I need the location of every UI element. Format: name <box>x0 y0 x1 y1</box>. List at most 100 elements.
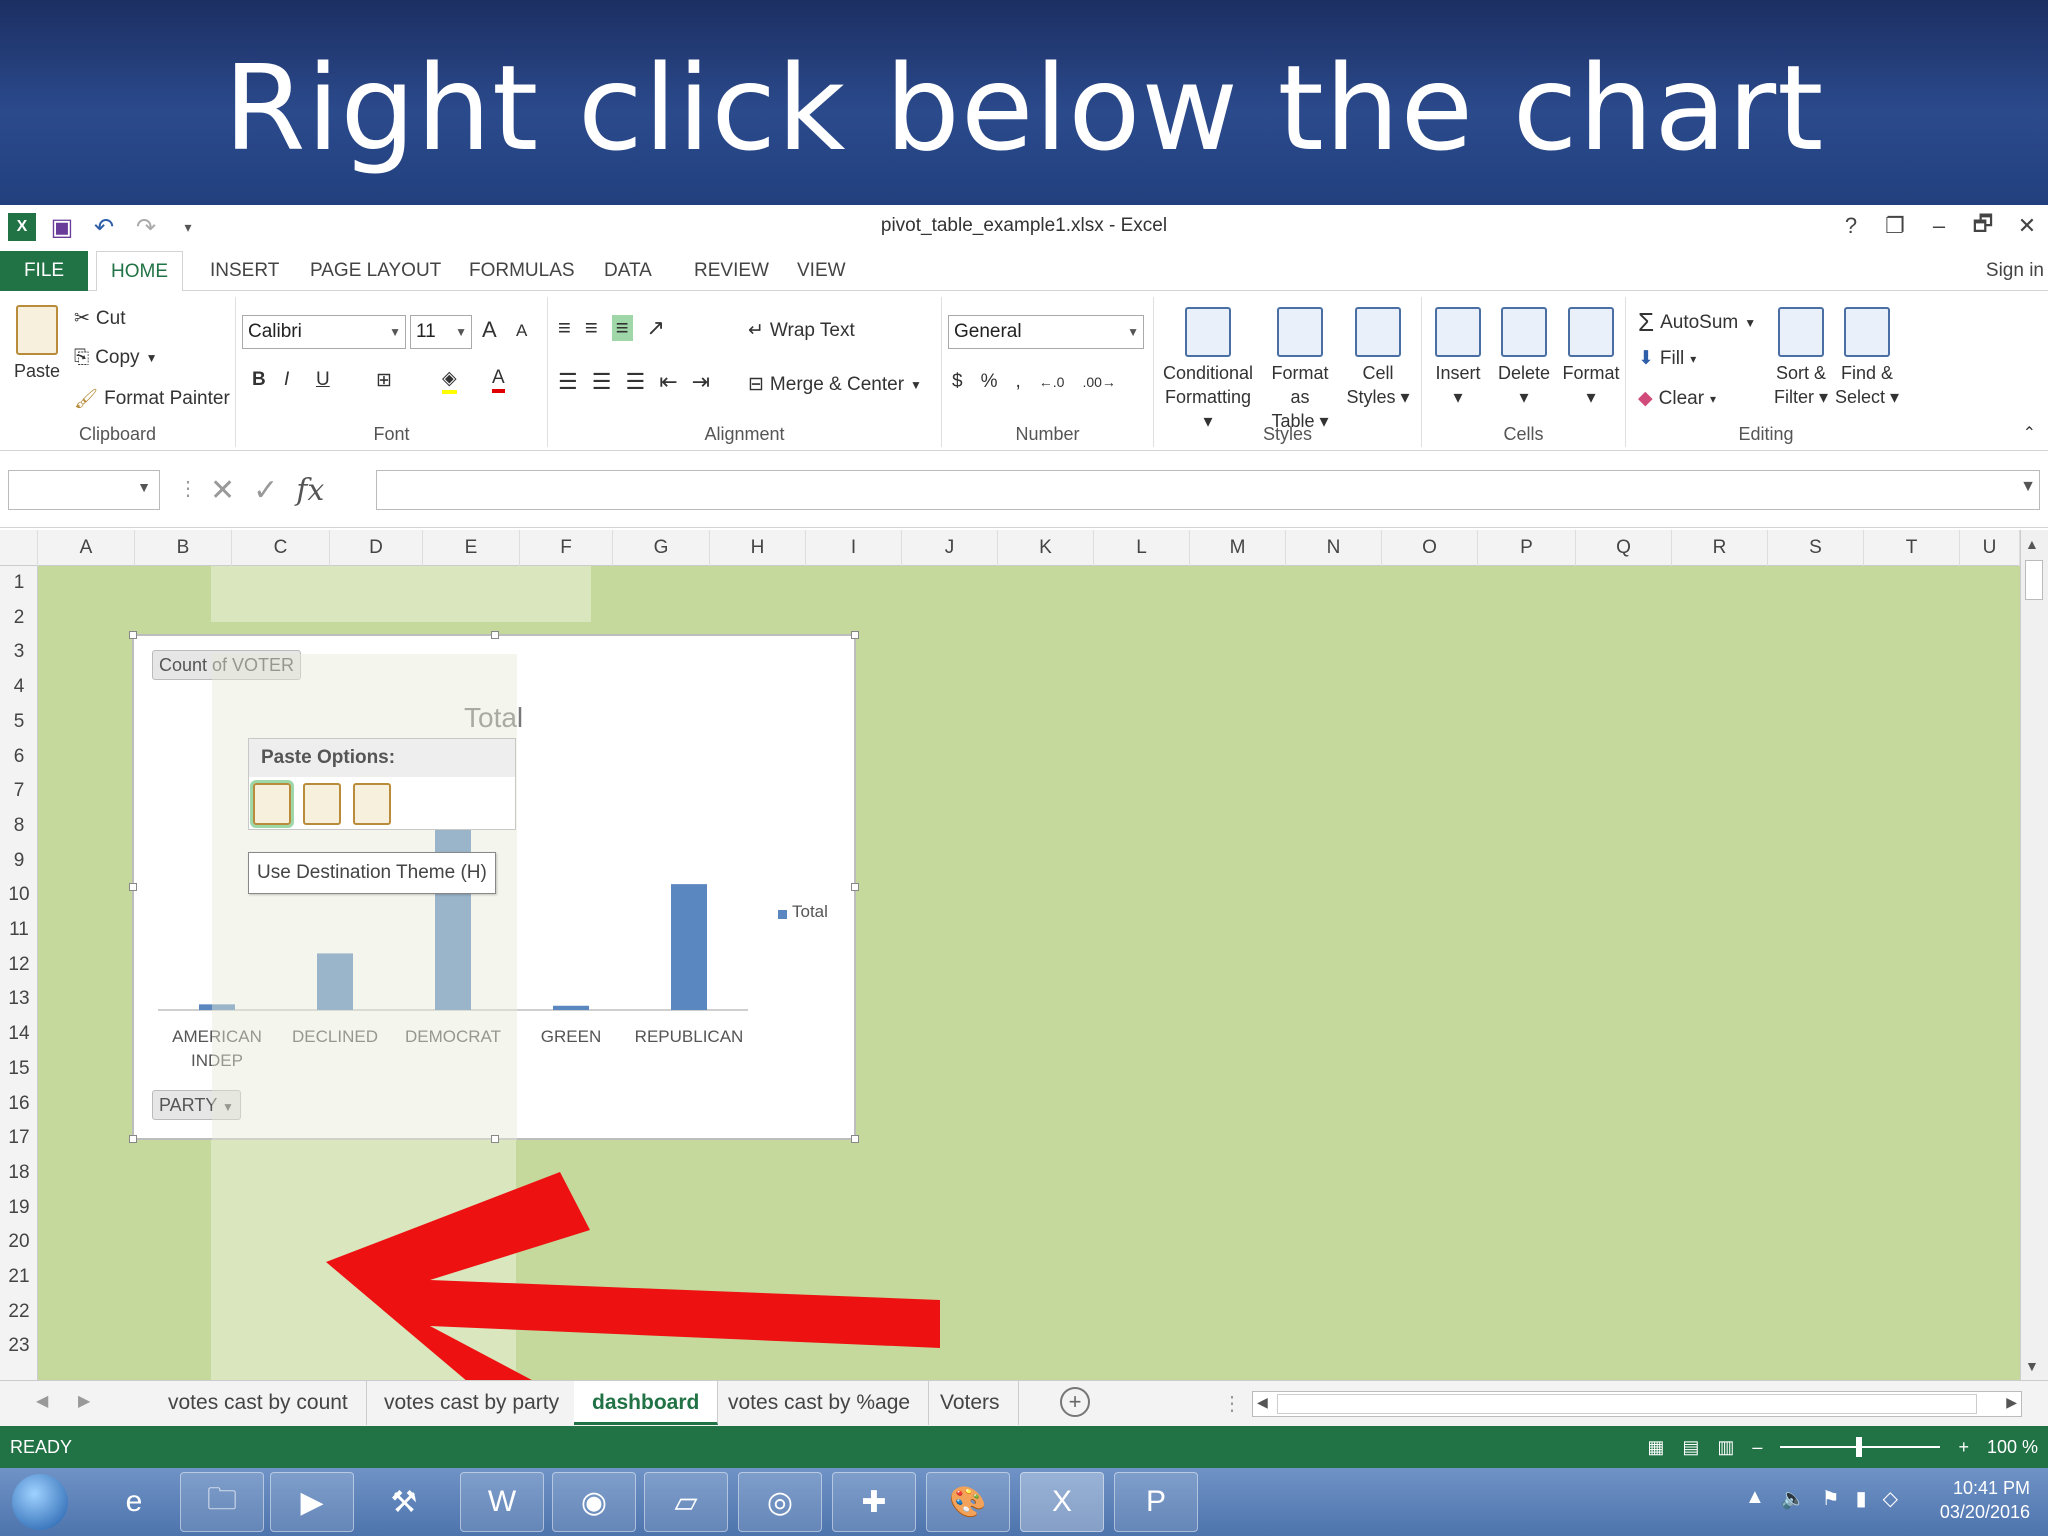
tab-insert[interactable]: INSERT <box>196 251 293 291</box>
prev-sheet-icon[interactable]: ◀ <box>36 1391 48 1411</box>
row-header-15[interactable]: 15 <box>0 1052 37 1087</box>
merge-center-button[interactable]: ⊟ Merge & Center ▼ <box>748 373 922 396</box>
paint-icon[interactable]: 🎨 <box>926 1472 1010 1532</box>
flag-icon[interactable]: ⚑ <box>1822 1486 1840 1511</box>
align-left-icon[interactable]: ☰ <box>558 369 578 395</box>
italic-button[interactable]: I <box>284 369 289 391</box>
scroll-up-icon[interactable]: ▲ <box>2025 536 2039 552</box>
resize-handle[interactable] <box>129 631 137 639</box>
tab-data[interactable]: DATA <box>590 251 666 291</box>
font-color-button[interactable]: A <box>492 367 505 393</box>
insert-function-icon[interactable]: fx <box>296 473 324 508</box>
keep-source-formatting-icon[interactable] <box>303 783 341 825</box>
cut-button[interactable]: ✂ Cut <box>74 307 126 330</box>
zoom-level[interactable]: 100 % <box>1987 1426 2038 1468</box>
word-icon[interactable]: W <box>460 1472 544 1532</box>
sheet-tab-votes-cast-by-party[interactable]: votes cast by party <box>366 1381 579 1425</box>
column-header-e[interactable]: E <box>423 530 520 566</box>
health-app-icon[interactable]: ✚ <box>832 1472 916 1532</box>
tab-view[interactable]: VIEW <box>783 251 860 291</box>
enter-icon[interactable]: ✓ <box>253 473 278 508</box>
align-top-icon[interactable]: ≡ <box>558 315 571 341</box>
excel-taskbar-icon[interactable]: X <box>1020 1472 1104 1532</box>
row-header-8[interactable]: 8 <box>0 809 37 844</box>
paste-picture-icon[interactable] <box>353 783 391 825</box>
format-cells-button[interactable]: Format ▾ <box>1558 307 1624 409</box>
row-header-22[interactable]: 22 <box>0 1295 37 1330</box>
use-destination-theme-icon[interactable] <box>250 780 294 828</box>
row-header-11[interactable]: 11 <box>0 913 37 948</box>
row-header-20[interactable]: 20 <box>0 1225 37 1260</box>
dropbox-icon[interactable]: ◇ <box>1883 1486 1898 1511</box>
notepad-icon[interactable]: ▱ <box>644 1472 728 1532</box>
delete-cells-button[interactable]: Delete ▾ <box>1490 307 1558 409</box>
help-icon[interactable]: ? <box>1838 209 1864 243</box>
autosum-button[interactable]: Σ AutoSum ▼ <box>1638 307 1756 338</box>
new-sheet-button[interactable]: + <box>1060 1387 1090 1417</box>
format-as-table-button[interactable]: Format as Table ▾ <box>1260 307 1340 433</box>
row-header-1[interactable]: 1 <box>0 566 37 601</box>
fill-color-button[interactable]: ◈ <box>442 367 457 394</box>
row-header-23[interactable]: 23 <box>0 1329 37 1364</box>
orientation-icon[interactable]: ↗ <box>647 315 665 341</box>
column-header-b[interactable]: B <box>135 530 232 566</box>
row-header-12[interactable]: 12 <box>0 948 37 983</box>
font-size-select[interactable]: 11 ▼ <box>410 315 472 349</box>
font-name-select[interactable]: Calibri ▼ <box>242 315 406 349</box>
tab-page-layout[interactable]: PAGE LAYOUT <box>296 251 455 291</box>
column-header-l[interactable]: L <box>1094 530 1190 566</box>
row-header-21[interactable]: 21 <box>0 1260 37 1295</box>
sheet-tab-votes-cast-by-count[interactable]: votes cast by count <box>150 1381 367 1425</box>
sheet-tab-dashboard[interactable]: dashboard <box>574 1381 719 1425</box>
format-painter-button[interactable]: 🖌 Format Painter <box>74 387 230 411</box>
formula-input[interactable] <box>376 470 2040 510</box>
scroll-left-icon[interactable]: ◀ <box>1257 1394 1268 1411</box>
resize-handle[interactable] <box>851 631 859 639</box>
sheet-tab-voters[interactable]: Voters <box>922 1381 1019 1425</box>
column-header-s[interactable]: S <box>1768 530 1864 566</box>
close-icon[interactable]: ✕ <box>2014 209 2040 243</box>
column-header-o[interactable]: O <box>1382 530 1478 566</box>
page-break-view-icon[interactable]: ▥ <box>1717 1426 1734 1468</box>
row-header-17[interactable]: 17 <box>0 1121 37 1156</box>
row-header-16[interactable]: 16 <box>0 1087 37 1122</box>
scroll-thumb[interactable] <box>2025 560 2043 600</box>
underline-button[interactable]: U <box>316 369 330 391</box>
row-header-4[interactable]: 4 <box>0 670 37 705</box>
powerpoint-icon[interactable]: P <box>1114 1472 1198 1532</box>
sheet-tab-votes-cast-by-age[interactable]: votes cast by %age <box>710 1381 930 1425</box>
row-header-3[interactable]: 3 <box>0 635 37 670</box>
select-all-corner[interactable] <box>0 530 38 566</box>
column-header-r[interactable]: R <box>1672 530 1768 566</box>
chrome-icon[interactable]: ◎ <box>738 1472 822 1532</box>
bold-button[interactable]: B <box>252 369 266 391</box>
row-header-10[interactable]: 10 <box>0 878 37 913</box>
tab-formulas[interactable]: FORMULAS <box>455 251 589 291</box>
expand-formula-icon[interactable]: ▼ <box>2020 478 2036 496</box>
show-hidden-icons[interactable]: ▲ <box>1745 1486 1765 1511</box>
sort-filter-button[interactable]: Sort & Filter ▾ <box>1768 307 1834 409</box>
name-box[interactable]: ▼ <box>8 470 160 510</box>
grow-font-button[interactable]: A <box>482 317 497 343</box>
zoom-slider[interactable] <box>1780 1437 1941 1457</box>
increase-indent-icon[interactable]: ⇥ <box>692 369 710 395</box>
column-header-c[interactable]: C <box>232 530 330 566</box>
resize-handle[interactable] <box>129 883 137 891</box>
column-header-j[interactable]: J <box>902 530 998 566</box>
decrease-indent-icon[interactable]: ⇤ <box>659 369 677 395</box>
align-middle-icon[interactable]: ≡ <box>585 315 598 341</box>
row-header-13[interactable]: 13 <box>0 982 37 1017</box>
number-format-select[interactable]: General ▼ <box>948 315 1144 349</box>
column-header-g[interactable]: G <box>613 530 710 566</box>
increase-decimal-icon[interactable]: ←.0 <box>1039 374 1065 390</box>
resize-handle[interactable] <box>491 631 499 639</box>
tab-splitter-icon[interactable]: ⋮ <box>1222 1391 1242 1416</box>
tools-icon[interactable]: ⚒ <box>362 1472 446 1532</box>
paste-button[interactable]: Paste <box>8 305 66 383</box>
horizontal-scrollbar[interactable]: ◀ ▶ <box>1252 1391 2022 1417</box>
find-select-button[interactable]: Find & Select ▾ <box>1834 307 1900 409</box>
wrap-text-button[interactable]: ↵ Wrap Text <box>748 319 855 342</box>
column-header-n[interactable]: N <box>1286 530 1382 566</box>
comma-button[interactable]: , <box>1015 371 1020 393</box>
row-header-2[interactable]: 2 <box>0 601 37 636</box>
